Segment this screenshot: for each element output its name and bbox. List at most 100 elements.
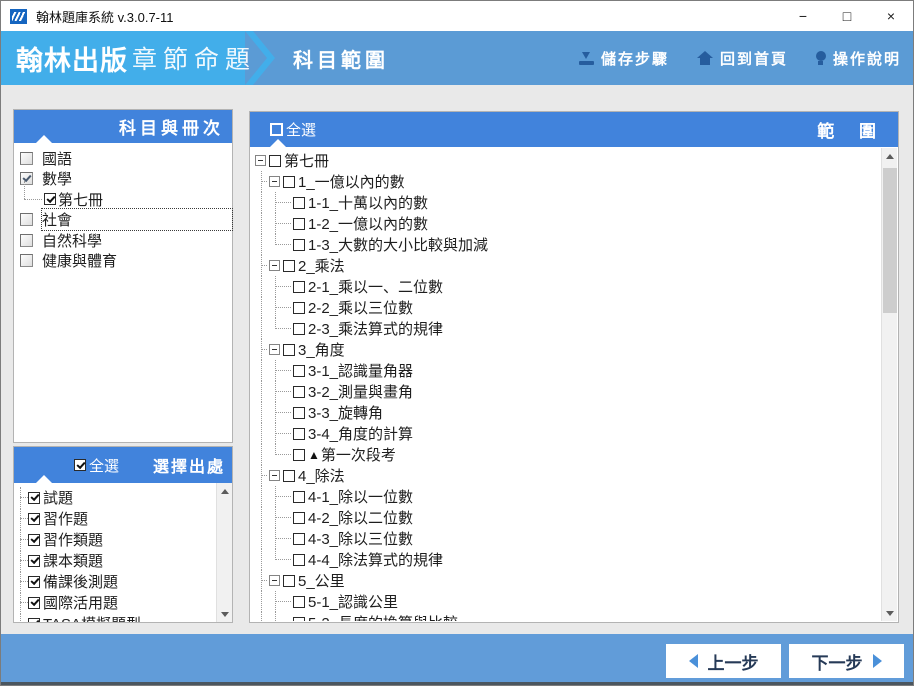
nav-save-steps[interactable]: 儲存步驟 (578, 48, 669, 69)
tree-checkbox[interactable] (293, 406, 305, 419)
next-step-button[interactable]: 下一步 (789, 644, 904, 678)
tree-row[interactable]: 2-3_乘法算式的規律 (255, 318, 881, 339)
tree-checkbox[interactable] (293, 238, 305, 251)
tree-scrollbar[interactable] (881, 148, 897, 621)
tree-checkbox[interactable] (293, 595, 305, 608)
collapse-icon[interactable] (255, 155, 266, 166)
source-checkbox[interactable] (28, 533, 40, 546)
source-checkbox[interactable] (28, 554, 40, 567)
scope-select-all-checkbox[interactable] (270, 123, 283, 136)
source-checkbox[interactable] (28, 512, 40, 525)
source-row[interactable]: 國際活用題 (14, 592, 216, 614)
tree-row[interactable]: 3_角度 (255, 339, 881, 360)
tree-checkbox[interactable] (293, 490, 305, 503)
source-row[interactable]: 課本類題 (14, 550, 216, 572)
tree-checkbox[interactable] (283, 574, 295, 587)
tree-checkbox[interactable] (283, 343, 295, 356)
scroll-down-icon[interactable] (217, 606, 233, 622)
source-checkbox[interactable] (28, 491, 40, 504)
subject-row[interactable]: 第七冊 (14, 181, 232, 210)
tree-row[interactable]: 2-2_乘以三位數 (255, 297, 881, 318)
collapse-icon[interactable] (269, 575, 280, 586)
source-checkbox[interactable] (28, 575, 40, 588)
subject-checkbox[interactable] (20, 233, 33, 247)
tree-row[interactable]: 2-1_乘以一、二位數 (255, 276, 881, 297)
tree-checkbox[interactable] (293, 511, 305, 524)
tree-row[interactable]: ▲ 第一次段考 (255, 444, 881, 465)
tree-checkbox[interactable] (293, 217, 305, 230)
sources-scrollbar[interactable] (216, 483, 232, 622)
tree-checkbox[interactable] (283, 175, 295, 188)
tree-checkbox[interactable] (293, 364, 305, 377)
tree-checkbox[interactable] (293, 532, 305, 545)
header-nav: 儲存步驟 回到首頁 操作說明 (578, 31, 901, 85)
subject-checkbox[interactable] (44, 193, 56, 206)
scroll-up-icon[interactable] (882, 148, 898, 164)
tree-checkbox[interactable] (283, 259, 295, 272)
source-row[interactable]: 備課後測題 (14, 571, 216, 593)
tree-row[interactable]: 1-3_大數的大小比較與加減 (255, 234, 881, 255)
subject-row[interactable]: 自然科學 (14, 230, 232, 251)
scrollbar-thumb[interactable] (883, 168, 897, 313)
tree-checkbox[interactable] (293, 196, 305, 209)
tree-checkbox[interactable] (293, 301, 305, 314)
subject-checkbox[interactable] (20, 172, 33, 186)
tree-row[interactable]: 1-2_一億以內的數 (255, 213, 881, 234)
tree-row[interactable]: 4_除法 (255, 465, 881, 486)
close-button[interactable]: × (869, 1, 913, 31)
tree-row[interactable]: 5_公里 (255, 570, 881, 591)
tree-checkbox[interactable] (293, 427, 305, 440)
subject-checkbox[interactable] (20, 254, 33, 268)
nav-help[interactable]: 操作說明 (815, 48, 901, 69)
source-row[interactable]: TASA模擬題型 (14, 613, 216, 622)
tree-row[interactable]: 3-1_認識量角器 (255, 360, 881, 381)
tree-row[interactable]: 4-2_除以二位數 (255, 507, 881, 528)
nav-home[interactable]: 回到首頁 (696, 48, 788, 69)
tree-row[interactable]: 3-2_測量與畫角 (255, 381, 881, 402)
tree-row[interactable]: 2_乘法 (255, 255, 881, 276)
tree-guide (269, 213, 293, 234)
prev-step-button[interactable]: 上一步 (666, 644, 781, 678)
collapse-icon[interactable] (269, 176, 280, 187)
scroll-up-icon[interactable] (217, 483, 233, 499)
tree-guide (255, 591, 269, 612)
scroll-down-icon[interactable] (882, 605, 898, 621)
tree-checkbox[interactable] (283, 469, 295, 482)
tree-checkbox[interactable] (293, 553, 305, 566)
tree-row[interactable]: 3-3_旋轉角 (255, 402, 881, 423)
tree-row[interactable]: 5-1_認識公里 (255, 591, 881, 612)
tree-row[interactable]: 4-4_除法算式的規律 (255, 549, 881, 570)
subject-checkbox[interactable] (20, 151, 33, 165)
tree-checkbox[interactable] (293, 385, 305, 398)
tree-row[interactable]: 3-4_角度的計算 (255, 423, 881, 444)
source-checkbox[interactable] (28, 596, 40, 609)
collapse-icon[interactable] (269, 260, 280, 271)
tree-checkbox[interactable] (293, 616, 305, 621)
subject-row[interactable]: 社會 (14, 208, 233, 232)
source-checkbox[interactable] (28, 617, 40, 622)
tree-checkbox[interactable] (269, 154, 281, 167)
tree-row[interactable]: 1_一億以內的數 (255, 171, 881, 192)
tree-checkbox[interactable] (293, 280, 305, 293)
subject-row[interactable]: 國語 (14, 148, 232, 169)
tree-row[interactable]: 5-2_長度的換算與比較 (255, 612, 881, 621)
tree-row[interactable]: 1-1_十萬以內的數 (255, 192, 881, 213)
tree-row[interactable]: 第七冊 (255, 150, 881, 171)
maximize-button[interactable]: □ (825, 1, 869, 31)
sources-select-all-checkbox[interactable] (74, 459, 86, 471)
source-row[interactable]: 習作題 (14, 508, 216, 530)
tree-checkbox[interactable] (293, 322, 305, 335)
tree-row[interactable]: 4-1_除以一位數 (255, 486, 881, 507)
subjects-list: 國語 數學 第七冊 社會 自然科學 健康與體育 (14, 143, 233, 272)
collapse-icon[interactable] (269, 470, 280, 481)
subject-row[interactable]: 健康與體育 (14, 251, 232, 272)
next-step-label: 下一步 (811, 653, 863, 673)
tree-row[interactable]: 4-3_除以三位數 (255, 528, 881, 549)
minimize-button[interactable]: − (781, 1, 825, 31)
collapse-icon[interactable] (269, 344, 280, 355)
subject-row[interactable]: 數學 (14, 169, 232, 190)
subject-checkbox[interactable] (20, 213, 33, 227)
source-row[interactable]: 習作類題 (14, 529, 216, 551)
source-row[interactable]: 試題 (14, 487, 216, 509)
tree-checkbox[interactable] (293, 448, 305, 461)
